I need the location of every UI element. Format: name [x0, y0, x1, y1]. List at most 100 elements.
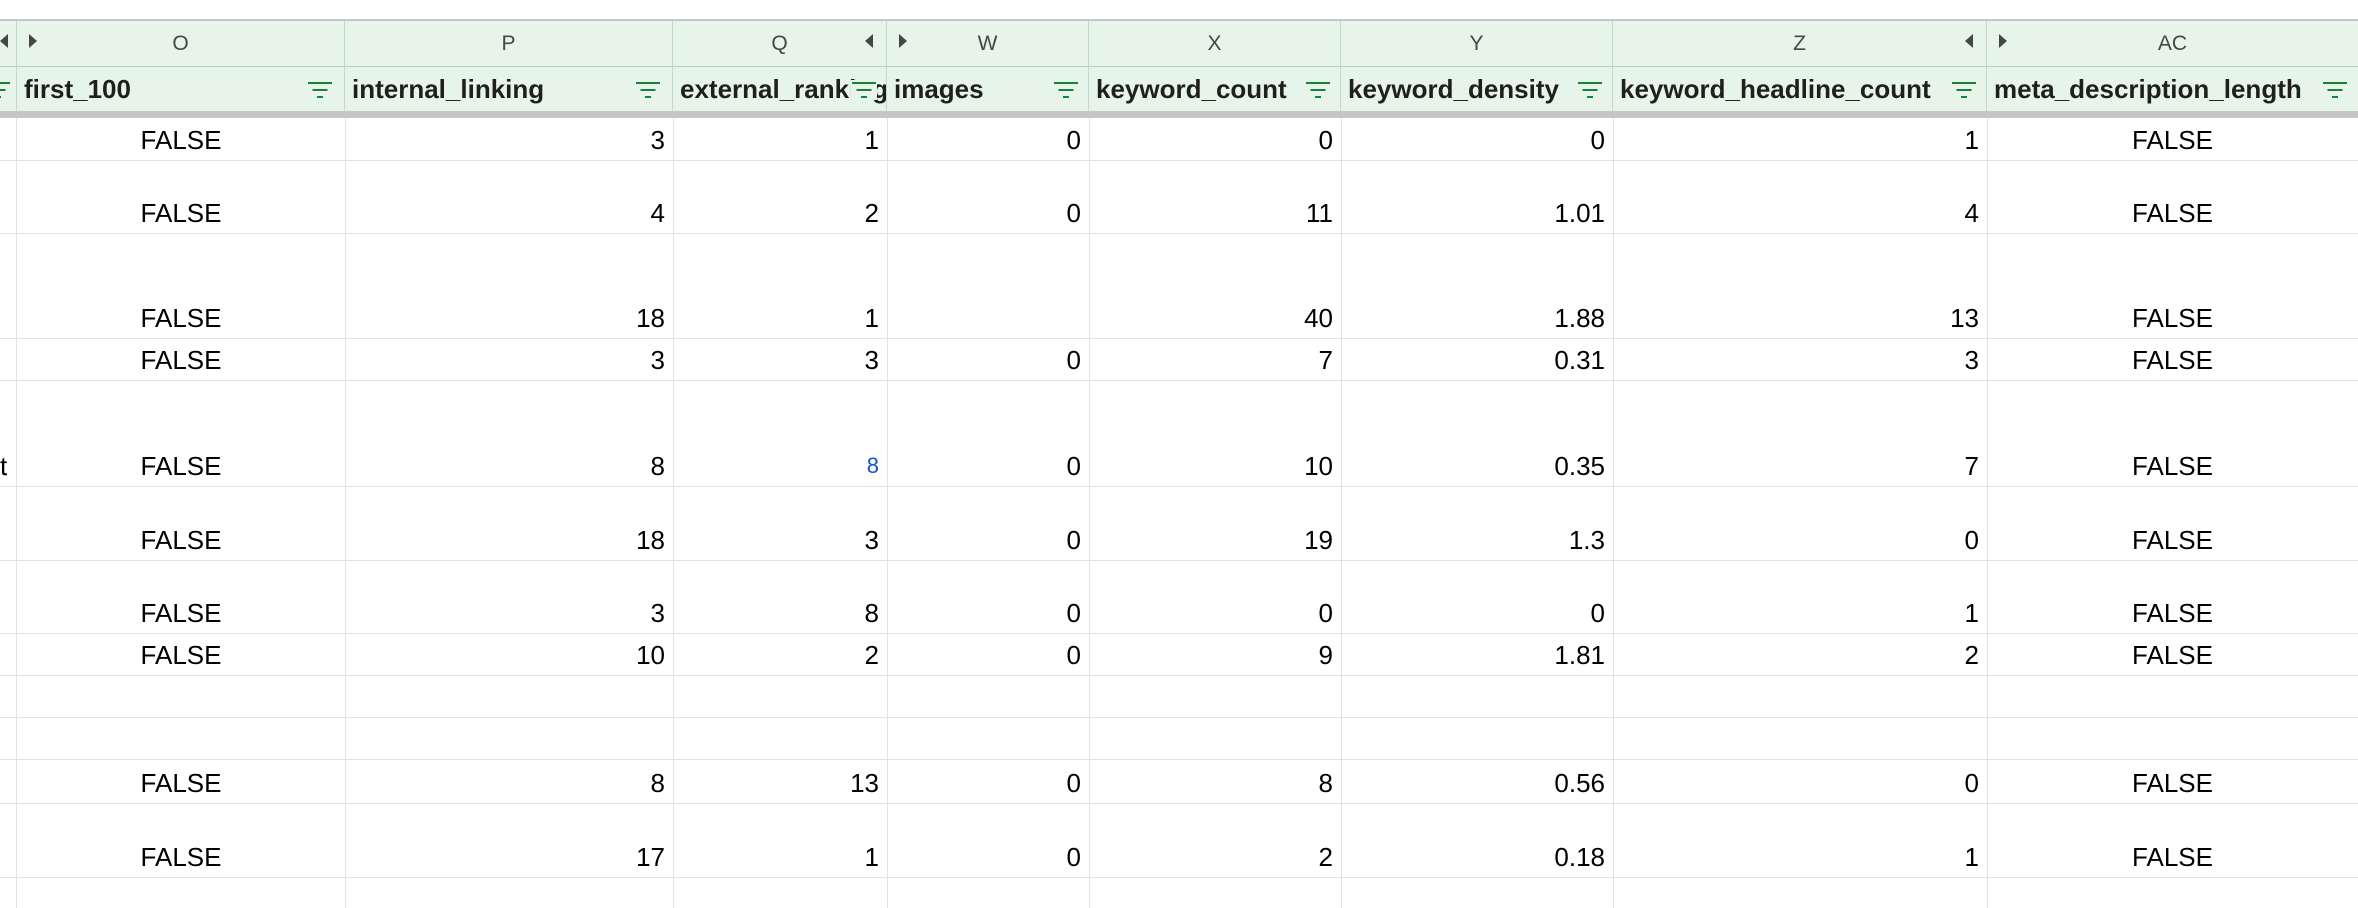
- collapsed-columns-right-icon[interactable]: [1999, 34, 2007, 48]
- column-header-Z[interactable]: Z: [1613, 21, 1987, 66]
- column-header-AC[interactable]: AC: [1987, 21, 2358, 66]
- cell-internal-linking[interactable]: 3: [345, 595, 673, 631]
- collapsed-columns-right-icon[interactable]: [899, 34, 907, 48]
- cell-keyword-density[interactable]: [1341, 721, 1613, 757]
- cell-keyword-count[interactable]: 10: [1089, 448, 1341, 484]
- cell-keyword-count[interactable]: 40: [1089, 300, 1341, 336]
- cell-images[interactable]: [887, 300, 1089, 336]
- cell-internal-linking[interactable]: [345, 721, 673, 757]
- column-header-Y[interactable]: Y: [1341, 21, 1613, 66]
- cell-keyword-headline-count[interactable]: 3: [1613, 342, 1987, 378]
- cell-meta-description-length[interactable]: FALSE: [1987, 595, 2358, 631]
- cell-partial-text[interactable]: t: [0, 448, 16, 484]
- cell-images[interactable]: 0: [887, 342, 1089, 378]
- column-header-X[interactable]: X: [1089, 21, 1341, 66]
- cell-internal-linking[interactable]: [345, 870, 673, 906]
- cell-external-ranking[interactable]: 1: [673, 300, 887, 336]
- cell-images[interactable]: 0: [887, 195, 1089, 231]
- column-header-Q[interactable]: Q: [673, 21, 887, 66]
- field-header-images[interactable]: images: [887, 67, 1089, 111]
- cell-keyword-count[interactable]: 19: [1089, 522, 1341, 558]
- cell-first-100[interactable]: [17, 721, 345, 757]
- cell-keyword-headline-count[interactable]: 7: [1613, 448, 1987, 484]
- cell-images[interactable]: 0: [887, 522, 1089, 558]
- cell-images[interactable]: [887, 679, 1089, 715]
- cell-keyword-count[interactable]: [1089, 870, 1341, 906]
- cell-keyword-headline-count[interactable]: 0: [1613, 765, 1987, 801]
- frozen-row-divider[interactable]: [0, 111, 2358, 118]
- cell-internal-linking[interactable]: [345, 679, 673, 715]
- cell-keyword-density[interactable]: [1341, 870, 1613, 906]
- cell-keyword-density[interactable]: 1.81: [1341, 637, 1613, 673]
- cell-external-ranking[interactable]: 1: [673, 122, 887, 158]
- field-header-partial[interactable]: [0, 67, 17, 111]
- cell-keyword-count[interactable]: 11: [1089, 195, 1341, 231]
- cell-keyword-headline-count[interactable]: 2: [1613, 637, 1987, 673]
- filter-icon[interactable]: [1577, 80, 1603, 100]
- cell-meta-description-length[interactable]: FALSE: [1987, 448, 2358, 484]
- cell-first-100[interactable]: FALSE: [17, 300, 345, 336]
- filter-icon[interactable]: [635, 80, 661, 100]
- collapsed-columns-left-icon[interactable]: [1965, 34, 1973, 48]
- cell-keyword-headline-count[interactable]: 1: [1613, 122, 1987, 158]
- cell-keyword-headline-count[interactable]: 13: [1613, 300, 1987, 336]
- cell-first-100[interactable]: FALSE: [17, 195, 345, 231]
- cell-external-ranking[interactable]: [673, 721, 887, 757]
- cell-keyword-count[interactable]: 7: [1089, 342, 1341, 378]
- cell-keyword-count[interactable]: 0: [1089, 595, 1341, 631]
- cell-internal-linking[interactable]: 3: [345, 342, 673, 378]
- cell-external-ranking[interactable]: 3: [673, 522, 887, 558]
- cell-images[interactable]: 0: [887, 637, 1089, 673]
- cell-meta-description-length[interactable]: FALSE: [1987, 342, 2358, 378]
- cell-first-100[interactable]: [17, 870, 345, 906]
- cell-first-100[interactable]: [17, 679, 345, 715]
- collapsed-columns-left-icon[interactable]: [865, 34, 873, 48]
- cell-external-ranking[interactable]: 8: [673, 448, 887, 484]
- filter-icon[interactable]: [1053, 80, 1079, 100]
- cell-external-ranking[interactable]: 3: [673, 342, 887, 378]
- cell-first-100[interactable]: FALSE: [17, 122, 345, 158]
- cell-images[interactable]: 0: [887, 595, 1089, 631]
- filter-icon[interactable]: [1305, 80, 1331, 100]
- field-header-external-ranking[interactable]: external_ranking: [673, 67, 887, 111]
- cell-images[interactable]: 0: [887, 765, 1089, 801]
- cell-external-ranking[interactable]: [673, 870, 887, 906]
- cell-internal-linking[interactable]: 3: [345, 122, 673, 158]
- cell-external-ranking[interactable]: [673, 679, 887, 715]
- cell-keyword-headline-count[interactable]: 1: [1613, 595, 1987, 631]
- cell-keyword-density[interactable]: 0.56: [1341, 765, 1613, 801]
- cell-keyword-headline-count[interactable]: 4: [1613, 195, 1987, 231]
- cell-first-100[interactable]: FALSE: [17, 342, 345, 378]
- cell-keyword-count[interactable]: 8: [1089, 765, 1341, 801]
- filter-icon[interactable]: [851, 80, 877, 100]
- cell-images[interactable]: 0: [887, 122, 1089, 158]
- field-header-first-100[interactable]: first_100: [17, 67, 345, 111]
- cell-external-ranking[interactable]: 13: [673, 765, 887, 801]
- cell-meta-description-length[interactable]: FALSE: [1987, 522, 2358, 558]
- field-header-keyword-density[interactable]: keyword_density: [1341, 67, 1613, 111]
- cell-keyword-headline-count[interactable]: 0: [1613, 522, 1987, 558]
- filter-icon[interactable]: [0, 80, 11, 100]
- cell-keyword-density[interactable]: 0.31: [1341, 342, 1613, 378]
- cell-internal-linking[interactable]: 8: [345, 448, 673, 484]
- cell-keyword-count[interactable]: 0: [1089, 122, 1341, 158]
- column-header-O[interactable]: O: [17, 21, 345, 66]
- collapsed-columns-right-icon[interactable]: [29, 34, 37, 48]
- cell-internal-linking[interactable]: 18: [345, 522, 673, 558]
- cell-keyword-count[interactable]: [1089, 679, 1341, 715]
- cell-external-ranking[interactable]: 2: [673, 195, 887, 231]
- expand-left-icon[interactable]: [0, 34, 8, 48]
- cell-internal-linking[interactable]: 18: [345, 300, 673, 336]
- cell-meta-description-length[interactable]: FALSE: [1987, 637, 2358, 673]
- cell-meta-description-length[interactable]: [1987, 679, 2358, 715]
- cell-keyword-density[interactable]: 1.3: [1341, 522, 1613, 558]
- cell-meta-description-length[interactable]: FALSE: [1987, 122, 2358, 158]
- cell-internal-linking[interactable]: 4: [345, 195, 673, 231]
- cell-external-ranking[interactable]: 2: [673, 637, 887, 673]
- cell-meta-description-length[interactable]: FALSE: [1987, 300, 2358, 336]
- cell-keyword-density[interactable]: 0: [1341, 122, 1613, 158]
- cell-images[interactable]: [887, 721, 1089, 757]
- field-header-keyword-count[interactable]: keyword_count: [1089, 67, 1341, 111]
- cell-keyword-density[interactable]: 1.01: [1341, 195, 1613, 231]
- filter-icon[interactable]: [307, 80, 333, 100]
